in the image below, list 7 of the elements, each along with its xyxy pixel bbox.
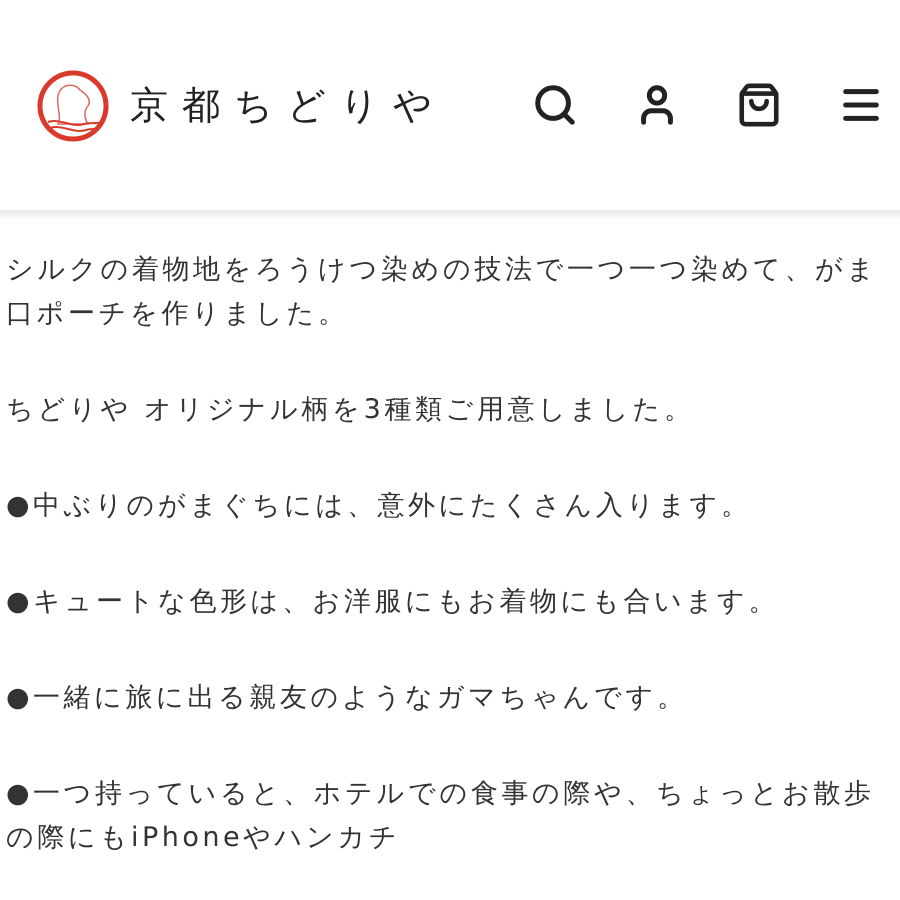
logo-text[interactable]: 京都ちどりや — [130, 76, 446, 134]
description-paragraph: シルクの着物地をろうけつ染めの技法で一つ一つ染めて、がま口ポーチを作りました。 — [6, 253, 879, 331]
description-paragraph: ●一つ持っていると、ホテルでの食事の際や、ちょっとお散歩の際にもiPhoneやハンカチ — [6, 777, 876, 855]
description-paragraph: ●一緒に旅に出る親友のようなガマちゃんです。 — [6, 681, 689, 715]
description-paragraph: ちどりや オリジナル柄を3種類ご用意しました。 — [6, 393, 696, 427]
description-paragraph: ●中ぶりのがまぐちには、意外にたくさん入ります。 — [6, 489, 753, 523]
description-paragraph: ●キュートな色形は、お洋服にもお着物にも合います。 — [6, 585, 780, 619]
